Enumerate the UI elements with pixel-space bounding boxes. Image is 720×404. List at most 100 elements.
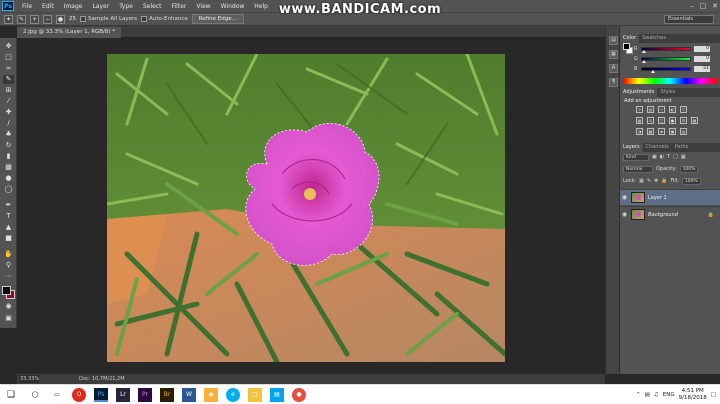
lock-transparency-icon[interactable]: ▦ (639, 177, 644, 185)
quick-mask-icon[interactable]: ◉ (3, 302, 14, 311)
character-panel-icon[interactable]: A (609, 64, 618, 73)
foreground-color-swatch[interactable] (2, 286, 11, 295)
curves-icon[interactable]: ∿ (658, 106, 665, 113)
clone-stamp-tool-icon[interactable]: ♣ (3, 130, 14, 139)
threshold-icon[interactable]: ▰ (658, 128, 665, 135)
layer-name[interactable]: Background (648, 212, 678, 218)
photoshop-taskbar-icon[interactable]: Ps (94, 388, 108, 402)
opacity-field[interactable]: 100% (679, 165, 699, 173)
document-canvas-image[interactable] (107, 54, 505, 362)
checkbox-icon[interactable] (80, 16, 86, 22)
screen-mode-icon[interactable]: ▣ (3, 314, 14, 323)
quick-selection-tool-icon[interactable]: ✎ (3, 75, 14, 84)
menu-edit[interactable]: Edit (37, 3, 59, 10)
brush-size[interactable]: 25 (69, 16, 76, 22)
menu-select[interactable]: Select (138, 3, 167, 10)
language-indicator[interactable]: ENG (663, 392, 675, 398)
document-size-info[interactable]: Doc: 10,7M/21,2M (79, 374, 125, 384)
vibrance-icon[interactable]: ▽ (680, 106, 687, 113)
blue-value-field[interactable]: 51 (694, 66, 710, 72)
pen-tool-icon[interactable]: ✒ (3, 201, 14, 210)
channel-mixer-icon[interactable]: ⚙ (680, 117, 687, 124)
subtract-from-selection-icon[interactable]: − (43, 14, 52, 24)
menu-type[interactable]: Type (114, 3, 138, 10)
zoom-level-field[interactable]: 33.33% (19, 375, 39, 383)
menu-help[interactable]: Help (249, 3, 273, 10)
lightroom-taskbar-icon[interactable]: Lr (116, 388, 130, 402)
color-panel-foreground-chip[interactable] (623, 43, 630, 50)
green-slider[interactable] (641, 57, 691, 63)
filter-smart-object-icon[interactable]: ▦ (681, 153, 686, 161)
lock-position-icon[interactable]: ✥ (654, 177, 658, 185)
brightness-contrast-icon[interactable]: ☼ (636, 106, 643, 113)
sample-all-layers-checkbox[interactable]: Sample All Layers (80, 16, 137, 22)
notification-icon[interactable]: □ (711, 392, 716, 398)
tab-swatches[interactable]: Swatches (639, 34, 669, 43)
canvas-area[interactable] (17, 38, 605, 374)
eyedropper-tool-icon[interactable]: ⁄ (3, 97, 14, 106)
clock[interactable]: 4:51 PM 9/18/2018 (679, 388, 707, 402)
blur-tool-icon[interactable]: ● (3, 174, 14, 183)
gradient-map-icon[interactable]: ▤ (680, 128, 687, 135)
tab-paths[interactable]: Paths (672, 143, 692, 152)
lock-all-icon[interactable]: 🔒 (661, 177, 667, 185)
exposure-icon[interactable]: ◐ (669, 106, 676, 113)
layer-kind-filter[interactable]: Kind (623, 153, 649, 161)
volume-icon[interactable]: ♫ (654, 392, 659, 398)
filter-type-icon[interactable]: T (667, 153, 670, 161)
maximize-icon[interactable]: □ (700, 0, 707, 12)
black-white-icon[interactable]: ▢ (658, 117, 665, 124)
red-slider[interactable] (641, 47, 691, 53)
history-panel-icon[interactable]: ▤ (609, 36, 618, 45)
minimize-icon[interactable]: – (690, 0, 694, 12)
spot-healing-tool-icon[interactable]: ✚ (3, 108, 14, 117)
visibility-eye-icon[interactable]: ◉ (620, 194, 629, 201)
refine-edge-button[interactable]: Refine Edge... (191, 14, 244, 24)
paragraph-panel-icon[interactable]: ¶ (609, 78, 618, 87)
posterize-icon[interactable]: ▩ (647, 128, 654, 135)
filter-adjustment-icon[interactable]: ◐ (660, 153, 664, 161)
menu-window[interactable]: Window (216, 3, 250, 10)
dodge-tool-icon[interactable]: ◯ (3, 185, 14, 194)
photo-filter-icon[interactable]: ● (669, 117, 676, 124)
rectangle-tool-icon[interactable]: ■ (3, 234, 14, 243)
brush-picker-icon[interactable]: ● (56, 14, 65, 24)
store-taskbar-icon[interactable]: ▤ (270, 388, 284, 402)
zoom-tool-icon[interactable]: ⚲ (3, 261, 14, 270)
fill-field[interactable]: 100% (681, 177, 701, 185)
gradient-tool-icon[interactable]: ▩ (3, 163, 14, 172)
illustrator-taskbar-icon[interactable]: ◆ (204, 388, 218, 402)
close-icon[interactable]: ✕ (712, 0, 718, 12)
marquee-tool-icon[interactable]: □ (3, 53, 14, 62)
tab-styles[interactable]: Styles (657, 88, 678, 97)
levels-icon[interactable]: ▤ (647, 106, 654, 113)
history-brush-tool-icon[interactable]: ↻ (3, 141, 14, 150)
green-value-field[interactable]: 0 (694, 56, 710, 62)
color-balance-icon[interactable]: ⚖ (647, 117, 654, 124)
add-to-selection-icon[interactable]: + (30, 14, 39, 24)
browser-taskbar-icon[interactable]: e (226, 388, 240, 402)
color-spectrum-ramp[interactable] (623, 78, 717, 84)
hand-tool-icon[interactable]: ✋ (3, 250, 14, 259)
eraser-tool-icon[interactable]: ▮ (3, 152, 14, 161)
color-lookup-icon[interactable]: ▦ (691, 117, 698, 124)
layer-name[interactable]: Layer 1 (648, 195, 667, 201)
bridge-taskbar-icon[interactable]: Br (160, 388, 174, 402)
hue-saturation-icon[interactable]: ▦ (636, 117, 643, 124)
blend-mode-select[interactable]: Normal (623, 165, 653, 173)
quick-selection-tool-icon[interactable]: ✦ (4, 14, 13, 24)
windows-start-icon[interactable]: ❏ (4, 388, 18, 402)
lasso-tool-icon[interactable]: ∞ (3, 64, 14, 73)
layer-row-layer-1[interactable]: ◉ Layer 1 (620, 189, 720, 205)
selective-color-icon[interactable]: ▣ (669, 128, 676, 135)
record-taskbar-icon[interactable]: ● (292, 388, 306, 402)
tab-adjustments[interactable]: Adjustments (620, 88, 658, 97)
type-tool-icon[interactable]: T (3, 212, 14, 221)
filter-shape-icon[interactable]: □ (673, 153, 678, 161)
opera-browser-icon[interactable]: O (72, 388, 86, 402)
task-view-icon[interactable]: ▭ (50, 388, 64, 402)
file-explorer-icon[interactable]: □ (248, 388, 262, 402)
filter-pixel-icon[interactable]: ▣ (652, 153, 657, 161)
search-icon[interactable]: ◯ (28, 388, 42, 402)
layer-row-background[interactable]: ◉ Background 🔒 (620, 206, 720, 222)
